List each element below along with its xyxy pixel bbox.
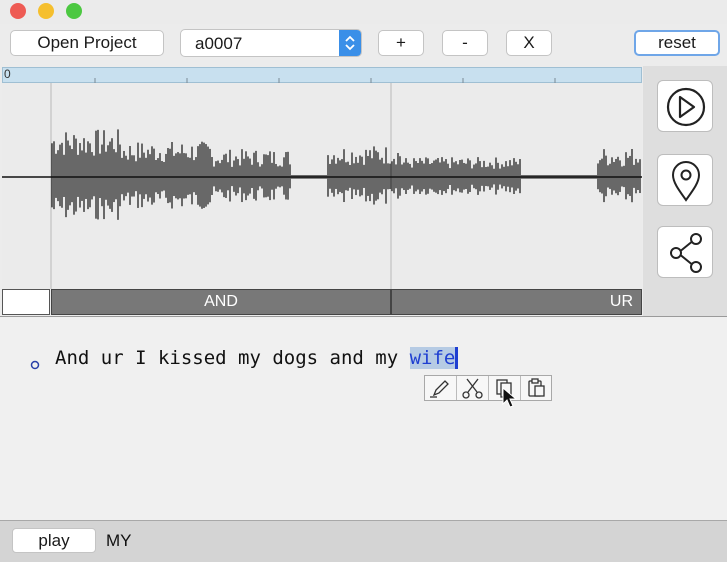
- status-bar: play MY: [0, 520, 727, 562]
- play-circle-icon: [666, 87, 706, 127]
- selected-word[interactable]: wife: [409, 347, 459, 369]
- waveform-svg: [2, 83, 642, 289]
- transcript-text: And ur I kissed my dogs and my: [55, 347, 410, 369]
- ruler-ticks: [94, 78, 556, 83]
- cut-button[interactable]: [457, 376, 489, 400]
- play-circle-button[interactable]: [657, 80, 713, 132]
- file-select-value: a0007: [195, 34, 243, 53]
- share-icon: [670, 233, 702, 273]
- segment-label-box[interactable]: [2, 289, 50, 315]
- paste-icon: [528, 378, 545, 397]
- share-button[interactable]: [657, 226, 713, 278]
- edit-button[interactable]: [425, 376, 457, 400]
- zoom-window-button[interactable]: [66, 3, 82, 19]
- segment-label-ur[interactable]: UR: [391, 289, 642, 315]
- play-button[interactable]: play: [12, 528, 96, 553]
- pencil-icon: [430, 380, 449, 398]
- timeline-ruler[interactable]: 0: [2, 67, 642, 83]
- segment-label-and[interactable]: AND: [51, 289, 391, 315]
- file-select[interactable]: a0007: [180, 29, 362, 57]
- bullet-icon: [30, 360, 40, 370]
- location-button[interactable]: [657, 154, 713, 206]
- segment-label-ur-text: UR: [609, 293, 633, 310]
- title-bar: [0, 0, 727, 24]
- minimize-window-button[interactable]: [38, 3, 54, 19]
- remove-button[interactable]: -: [442, 30, 488, 56]
- clear-button[interactable]: X: [506, 30, 552, 56]
- transcript-line[interactable]: And ur I kissed my dogs and my wife: [55, 347, 459, 369]
- chevron-updown-icon: [339, 30, 361, 56]
- current-word-label: MY: [106, 531, 132, 550]
- paste-button[interactable]: [521, 376, 552, 400]
- open-project-button[interactable]: Open Project: [10, 30, 164, 56]
- waveform-display[interactable]: [2, 83, 642, 289]
- mouse-cursor-icon: [502, 387, 518, 408]
- segment-labels: AND UR: [2, 289, 642, 315]
- toolbar: Open Project a0007 + - X reset: [0, 24, 727, 66]
- edit-popup-toolbar: [424, 375, 552, 401]
- add-button[interactable]: +: [378, 30, 424, 56]
- location-pin-icon: [671, 161, 701, 202]
- side-toolbar: [643, 66, 727, 316]
- close-window-button[interactable]: [10, 3, 26, 19]
- transcript-editor[interactable]: And ur I kissed my dogs and my wife: [0, 316, 727, 521]
- reset-button[interactable]: reset: [634, 30, 720, 56]
- scissors-icon: [462, 378, 483, 399]
